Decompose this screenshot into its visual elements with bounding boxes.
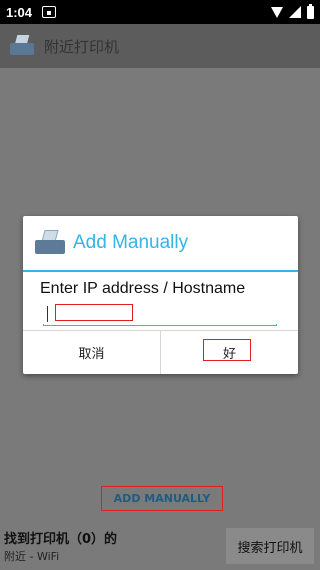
search-printers-button[interactable]: 搜索打印机 — [226, 528, 314, 564]
text-cursor — [47, 306, 48, 322]
found-printers-text: 找到打印机（0）的 — [4, 532, 118, 547]
ip-address-field-container — [43, 304, 277, 326]
battery-icon — [307, 3, 314, 19]
nearby-wifi-text: 附近 - WiFi — [4, 550, 60, 563]
cancel-button[interactable]: 取消 — [23, 331, 160, 374]
signal-icon — [289, 6, 301, 18]
ok-button[interactable]: 好 — [160, 331, 298, 374]
status-time: 1:04 — [6, 4, 33, 20]
sim-card-icon: ▪ — [42, 6, 57, 18]
dialog-header: Add Manually — [23, 216, 298, 272]
status-icons — [271, 3, 314, 19]
highlight-box — [55, 304, 133, 321]
printer-icon — [35, 230, 65, 256]
highlight-box — [203, 339, 251, 361]
dialog-buttons: 取消 好 — [23, 330, 298, 374]
input-underline — [43, 324, 277, 326]
wifi-icon — [271, 6, 283, 18]
ip-address-label: Enter IP address / Hostname — [40, 280, 246, 297]
add-manually-button[interactable]: ADD MANUALLY — [101, 486, 223, 511]
printer-icon — [10, 35, 34, 57]
dialog-title: Add Manually — [73, 232, 189, 253]
status-bar: 1:04 ▪ — [0, 0, 320, 24]
app-bar: 附近打印机 — [0, 24, 320, 68]
app-title: 附近打印机 — [44, 37, 120, 56]
add-manually-dialog: Add Manually Enter IP address / Hostname… — [23, 216, 298, 374]
